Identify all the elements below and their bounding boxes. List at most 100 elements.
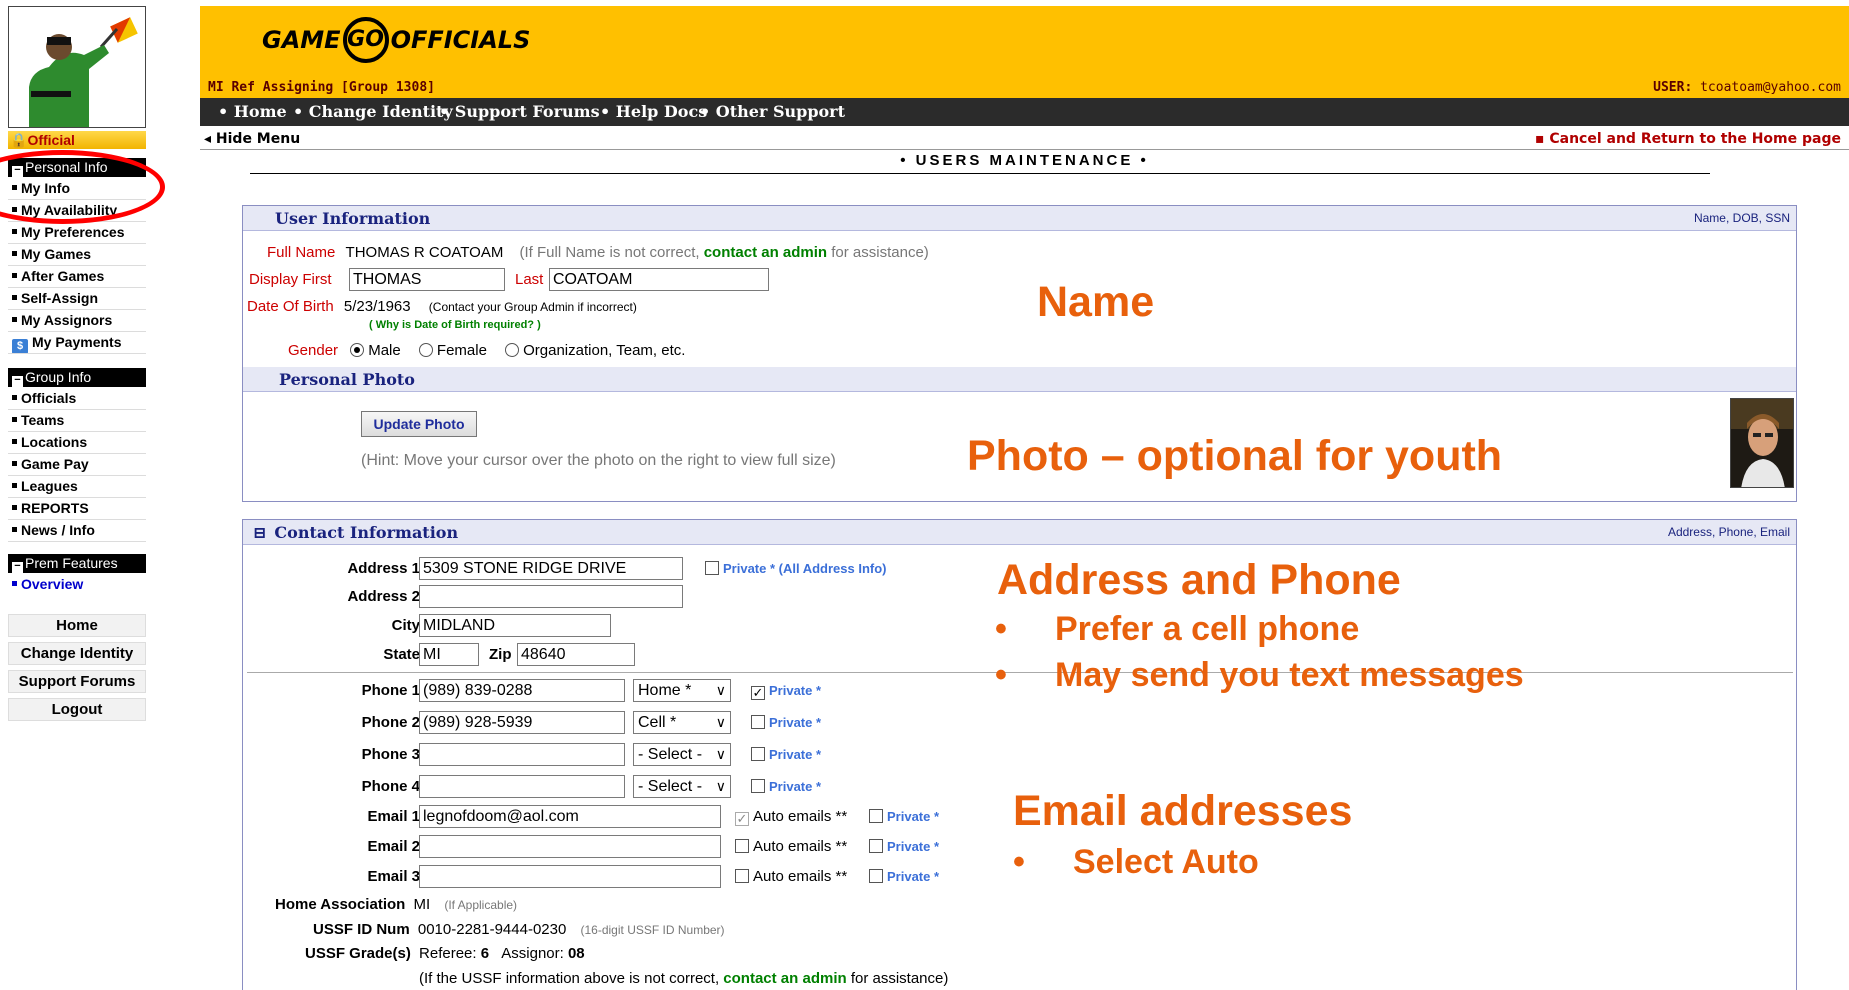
ussf-referee-label: Referee: bbox=[419, 945, 477, 962]
zip-input[interactable] bbox=[517, 643, 635, 666]
email1-private-option[interactable]: Private * bbox=[869, 808, 939, 825]
checkbox-icon[interactable] bbox=[869, 839, 883, 853]
change-identity-button[interactable]: Change Identity bbox=[8, 642, 146, 665]
radio-icon[interactable] bbox=[418, 343, 433, 357]
sidebar-item-my-payments[interactable]: $ My Payments bbox=[8, 332, 146, 354]
checkbox-checked-icon[interactable]: ✓ bbox=[735, 812, 749, 826]
logo-text-left: GAME bbox=[262, 26, 341, 54]
sidebar-item-reports[interactable]: REPORTS bbox=[8, 498, 146, 520]
state-input[interactable] bbox=[419, 643, 479, 666]
bullet-icon: • bbox=[995, 656, 1007, 694]
gender-org-option[interactable]: Organization, Team, etc. bbox=[505, 342, 685, 359]
phone4-private-option[interactable]: Private * bbox=[751, 778, 821, 795]
gender-male-label: Male bbox=[368, 342, 401, 359]
hide-menu-link[interactable]: ◂ Hide Menu bbox=[204, 128, 300, 150]
cancel-return-link[interactable]: ▪ Cancel and Return to the Home page bbox=[1535, 128, 1841, 150]
sidebar-item-news[interactable]: News / Info bbox=[8, 520, 146, 542]
phone4-label: Phone 4 bbox=[361, 778, 420, 795]
sidebar-item-after-games[interactable]: After Games bbox=[8, 266, 146, 288]
checkbox-icon[interactable] bbox=[735, 869, 749, 883]
email2-private-option[interactable]: Private * bbox=[869, 838, 939, 855]
contact-info-header[interactable]: ⊟ Contact Information Address, Phone, Ema… bbox=[243, 520, 1796, 545]
sidebar-item-locations[interactable]: Locations bbox=[8, 432, 146, 454]
checkbox-icon[interactable] bbox=[751, 715, 765, 729]
sidebar-item-my-games[interactable]: My Games bbox=[8, 244, 146, 266]
user-photo-image bbox=[1731, 399, 1793, 487]
email2-input[interactable] bbox=[419, 835, 721, 858]
email1-auto-option[interactable]: ✓ Auto emails ** bbox=[735, 808, 847, 826]
dob-why-link[interactable]: ( Why is Date of Birth required? ) bbox=[369, 319, 541, 331]
radio-selected-icon[interactable] bbox=[350, 343, 365, 357]
checkbox-icon[interactable] bbox=[735, 839, 749, 853]
sidebar-item-leagues[interactable]: Leagues bbox=[8, 476, 146, 498]
gender-female-option[interactable]: Female bbox=[418, 342, 487, 359]
phone1-type-select[interactable]: Home * ∨ bbox=[633, 679, 731, 702]
update-photo-button[interactable]: Update Photo bbox=[361, 411, 477, 437]
sidebar-item-self-assign[interactable]: Self-Assign bbox=[8, 288, 146, 310]
sidebar-item-my-assignors[interactable]: My Assignors bbox=[8, 310, 146, 332]
support-forums-button[interactable]: Support Forums bbox=[8, 670, 146, 693]
group-info-header[interactable]: − Group Info bbox=[8, 368, 146, 387]
phone3-private-option[interactable]: Private * bbox=[751, 746, 821, 763]
user-label: USER: tcoatoam@yahoo.com bbox=[1653, 78, 1841, 98]
phone3-input[interactable] bbox=[419, 743, 625, 766]
checkbox-checked-icon[interactable]: ✓ bbox=[751, 686, 765, 700]
phone4-type-select[interactable]: - Select - ∨ bbox=[633, 775, 731, 798]
phone2-private-option[interactable]: Private * bbox=[751, 714, 821, 731]
contact-admin-link[interactable]: contact an admin bbox=[704, 244, 827, 261]
nav-home[interactable]: • Home bbox=[218, 98, 287, 126]
gender-male-option[interactable]: Male bbox=[350, 342, 401, 359]
nav-help-docs[interactable]: • Help Docs bbox=[600, 98, 707, 126]
display-first-input[interactable] bbox=[349, 268, 505, 291]
home-button[interactable]: Home bbox=[8, 614, 146, 637]
sidebar-item-teams[interactable]: Teams bbox=[8, 410, 146, 432]
user-photo-thumbnail[interactable] bbox=[1730, 398, 1794, 488]
game-officials-logo[interactable]: GAME GO OFFICIALS bbox=[262, 16, 530, 64]
phone2-input[interactable] bbox=[419, 711, 625, 734]
email2-auto-option[interactable]: Auto emails ** bbox=[735, 838, 847, 855]
logout-button[interactable]: Logout bbox=[8, 698, 146, 721]
sidebar-item-overview[interactable]: Overview bbox=[8, 574, 146, 596]
nav-other-support[interactable]: • Other Support bbox=[700, 98, 845, 126]
radio-icon[interactable] bbox=[505, 343, 520, 357]
email3-auto-option[interactable]: Auto emails ** bbox=[735, 868, 847, 885]
prem-features-header[interactable]: − Prem Features bbox=[8, 554, 146, 573]
chevron-down-icon: ∨ bbox=[715, 714, 726, 730]
full-name-label: Full Name bbox=[267, 244, 336, 261]
phone1-private-label: Private * bbox=[769, 683, 822, 698]
phone1-private-option[interactable]: ✓ Private * bbox=[751, 682, 821, 700]
email3-label: Email 3 bbox=[367, 868, 420, 885]
sidebar-item-my-info[interactable]: My Info bbox=[8, 178, 146, 200]
email1-input[interactable] bbox=[419, 805, 721, 828]
display-first-label-wrap: Display First bbox=[249, 271, 332, 288]
address2-input[interactable] bbox=[419, 585, 683, 608]
checkbox-icon[interactable] bbox=[869, 809, 883, 823]
phone4-type-value: - Select - bbox=[638, 778, 703, 795]
checkbox-icon[interactable] bbox=[751, 747, 765, 761]
checkbox-icon[interactable] bbox=[869, 869, 883, 883]
email3-input[interactable] bbox=[419, 865, 721, 888]
sidebar-item-officials[interactable]: Officials bbox=[8, 388, 146, 410]
address-private-label: Private * (All Address Info) bbox=[723, 561, 887, 576]
annotation-email-bullet-1: • Select Auto bbox=[1013, 843, 1259, 882]
nav-support-forums[interactable]: • Support Forums bbox=[439, 98, 600, 126]
city-input[interactable] bbox=[419, 614, 611, 637]
checkbox-icon[interactable] bbox=[751, 779, 765, 793]
last-name-input[interactable] bbox=[549, 268, 769, 291]
address1-input[interactable] bbox=[419, 557, 683, 580]
nav-change-identity[interactable]: • Change Identity bbox=[293, 98, 453, 126]
address-private-option[interactable]: Private * (All Address Info) bbox=[705, 560, 887, 577]
email3-private-option[interactable]: Private * bbox=[869, 868, 939, 885]
phone1-input[interactable] bbox=[419, 679, 625, 702]
sidebar-item-my-preferences[interactable]: My Preferences bbox=[8, 222, 146, 244]
phone2-type-select[interactable]: Cell * ∨ bbox=[633, 711, 731, 734]
collapse-icon[interactable]: ⊟ bbox=[253, 523, 266, 542]
sidebar-item-my-availability[interactable]: My Availability bbox=[8, 200, 146, 222]
checkbox-icon[interactable] bbox=[705, 561, 719, 575]
ussf-hint-post: for assistance) bbox=[850, 970, 949, 987]
phone3-type-select[interactable]: - Select - ∨ bbox=[633, 743, 731, 766]
bullet-icon bbox=[12, 395, 17, 400]
phone4-input[interactable] bbox=[419, 775, 625, 798]
ussf-contact-admin-link[interactable]: contact an admin bbox=[723, 970, 846, 987]
sidebar-item-game-pay[interactable]: Game Pay bbox=[8, 454, 146, 476]
